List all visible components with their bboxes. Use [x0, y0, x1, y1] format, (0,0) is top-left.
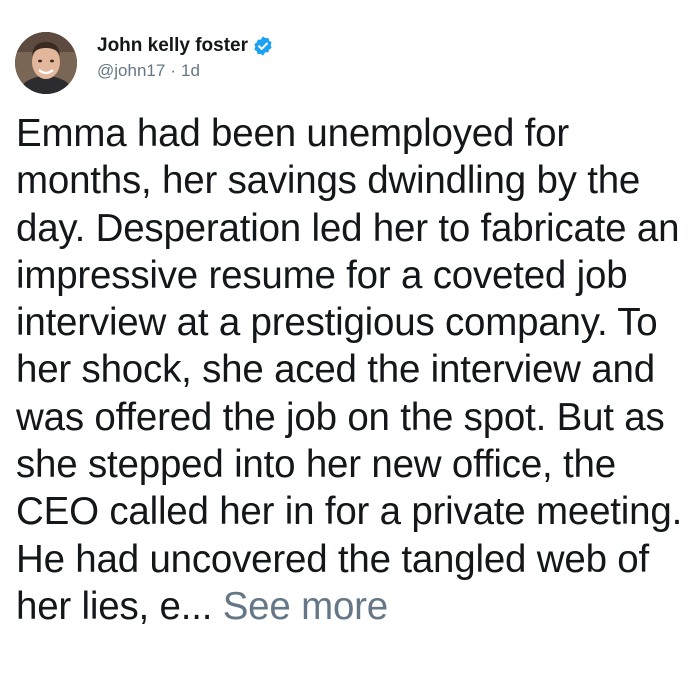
author-display-name[interactable]: John kelly foster	[97, 35, 248, 57]
name-row: John kelly foster	[97, 34, 274, 58]
tweet-timestamp[interactable]: 1d	[181, 61, 200, 81]
avatar[interactable]	[15, 32, 77, 94]
avatar-image	[15, 32, 77, 94]
verified-badge-icon	[252, 35, 274, 57]
see-more-link[interactable]: See more	[223, 585, 389, 628]
tweet-text: Emma had been unemployed for months, her…	[16, 112, 683, 628]
author-info: John kelly foster @john17 · 1d	[97, 34, 274, 84]
tweet-body: Emma had been unemployed for months, her…	[16, 110, 686, 630]
author-handle[interactable]: @john17	[97, 61, 165, 81]
tweet-card: John kelly foster @john17 · 1d Emma had …	[0, 0, 700, 700]
meta-separator: ·	[170, 61, 176, 80]
author-meta: @john17 · 1d	[97, 61, 274, 81]
